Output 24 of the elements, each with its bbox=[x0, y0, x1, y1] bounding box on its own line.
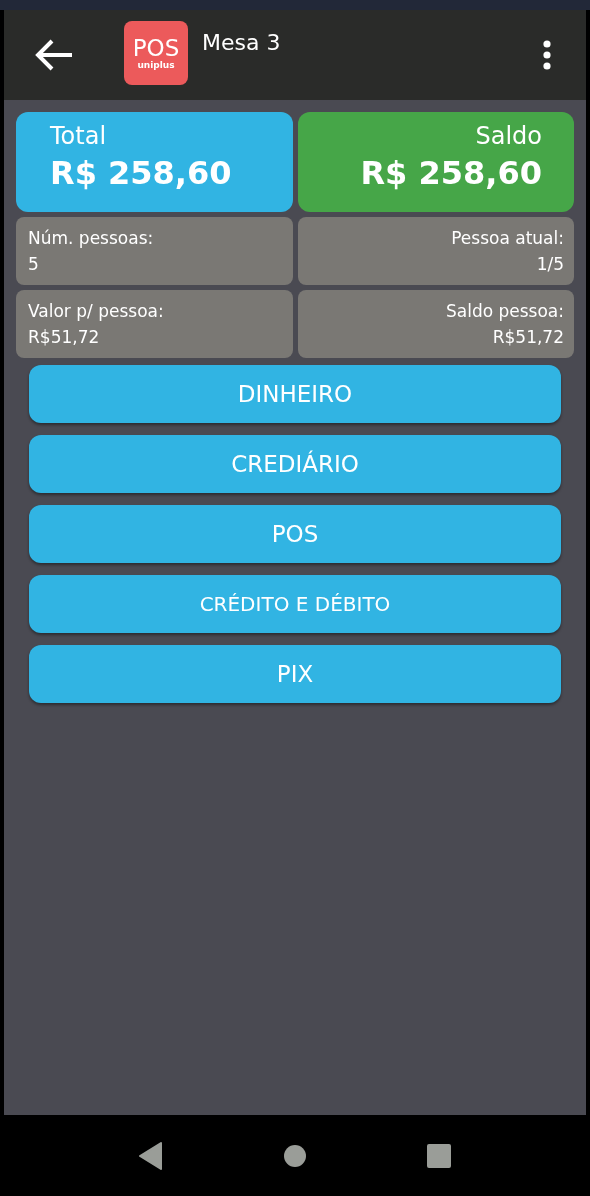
home-nav-icon[interactable] bbox=[283, 1143, 307, 1168]
back-arrow-icon[interactable] bbox=[34, 39, 74, 71]
summary-value: R$ 258,60 bbox=[50, 154, 232, 192]
payment-button[interactable]: CREDIÁRIO bbox=[29, 435, 561, 493]
info-value: R$51,72 bbox=[492, 327, 564, 347]
summary-label: Saldo bbox=[475, 122, 542, 150]
info-value: R$51,72 bbox=[28, 327, 100, 347]
summary-label: Total bbox=[50, 122, 107, 150]
info-label: Valor p/ pessoa: bbox=[28, 301, 164, 321]
info-label: Núm. pessoas: bbox=[28, 228, 154, 248]
payment-button[interactable]: DINHEIRO bbox=[29, 365, 561, 423]
payment-button[interactable]: POS bbox=[29, 505, 561, 563]
payment-button[interactable]: PIX bbox=[29, 645, 561, 703]
info-label: Pessoa atual: bbox=[451, 228, 564, 248]
back-nav-icon[interactable] bbox=[139, 1141, 163, 1170]
info-label: Saldo pessoa: bbox=[445, 301, 564, 321]
more-menu-icon[interactable] bbox=[542, 40, 552, 70]
app-logo: POS uniplus bbox=[124, 21, 188, 85]
summary-value: R$ 258,60 bbox=[360, 154, 542, 192]
recents-nav-icon[interactable] bbox=[427, 1143, 451, 1168]
table-title: Mesa 3 bbox=[202, 30, 282, 55]
payment-button[interactable]: CRÉDITO E DÉBITO bbox=[29, 575, 561, 633]
info-value: 5 bbox=[28, 254, 39, 274]
info-value: 1/5 bbox=[536, 254, 564, 274]
